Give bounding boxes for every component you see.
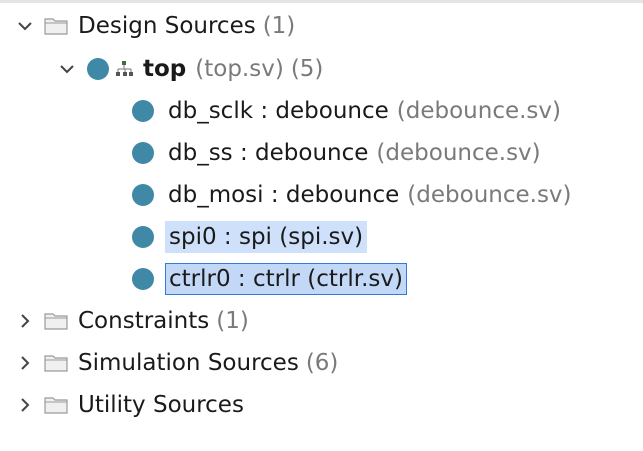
node-label: Design Sources [78, 13, 256, 39]
tree-node-utility-sources[interactable]: Utility Sources [14, 385, 244, 425]
node-label: Simulation Sources [78, 350, 299, 376]
module-dot-icon [132, 184, 154, 206]
tree-node-constraints[interactable]: Constraints (1) [14, 301, 249, 341]
node-label: ctrlr0 : ctrlr (ctrlr.sv) [165, 263, 407, 295]
chevron-down-icon[interactable] [14, 15, 36, 37]
node-file: (debounce.sv) [396, 98, 562, 124]
tree-node-top[interactable]: top (top.sv) (5) [56, 49, 323, 89]
folder-icon [44, 352, 68, 374]
node-label: spi0 : spi (spi.sv) [165, 221, 368, 253]
node-count: (1) [262, 13, 296, 39]
node-label: db_mosi : debounce [168, 182, 400, 208]
panel-top-border [0, 0, 643, 3]
node-label: Utility Sources [78, 392, 244, 418]
folder-icon [44, 310, 68, 332]
module-dot-icon [132, 100, 154, 122]
chevron-down-icon[interactable] [56, 58, 78, 80]
node-label: db_sclk : debounce [168, 98, 389, 124]
node-label: Constraints [78, 308, 210, 334]
tree-node-db-ss[interactable]: db_ss : debounce (debounce.sv) [132, 133, 541, 173]
node-file: (debounce.sv) [407, 182, 572, 208]
tree-node-ctrlr0[interactable]: ctrlr0 : ctrlr (ctrlr.sv) [132, 259, 407, 299]
hierarchy-icon [113, 58, 135, 80]
module-dot-icon [87, 58, 109, 80]
node-count: (6) [305, 350, 339, 376]
chevron-right-icon[interactable] [14, 310, 36, 332]
tree-node-db-sclk[interactable]: db_sclk : debounce (debounce.sv) [132, 91, 561, 131]
folder-icon [44, 15, 68, 37]
module-dot-icon [132, 142, 154, 164]
sources-tree: Design Sources (1) top (top.sv) (5) db_s… [0, 0, 643, 451]
node-file: (top.sv) [195, 56, 284, 82]
folder-icon [44, 394, 68, 416]
tree-node-design-sources[interactable]: Design Sources (1) [14, 6, 295, 46]
tree-node-db-mosi[interactable]: db_mosi : debounce (debounce.sv) [132, 175, 572, 215]
node-file: (debounce.sv) [376, 140, 541, 166]
tree-node-spi0[interactable]: spi0 : spi (spi.sv) [132, 217, 368, 257]
node-count: (5) [290, 56, 324, 82]
module-dot-icon [132, 268, 154, 290]
node-label: db_ss : debounce [168, 140, 369, 166]
chevron-right-icon[interactable] [14, 352, 36, 374]
tree-node-simulation-sources[interactable]: Simulation Sources (6) [14, 343, 338, 383]
chevron-right-icon[interactable] [14, 394, 36, 416]
node-label: top [143, 56, 187, 82]
module-dot-icon [132, 226, 154, 248]
node-count: (1) [216, 308, 249, 334]
